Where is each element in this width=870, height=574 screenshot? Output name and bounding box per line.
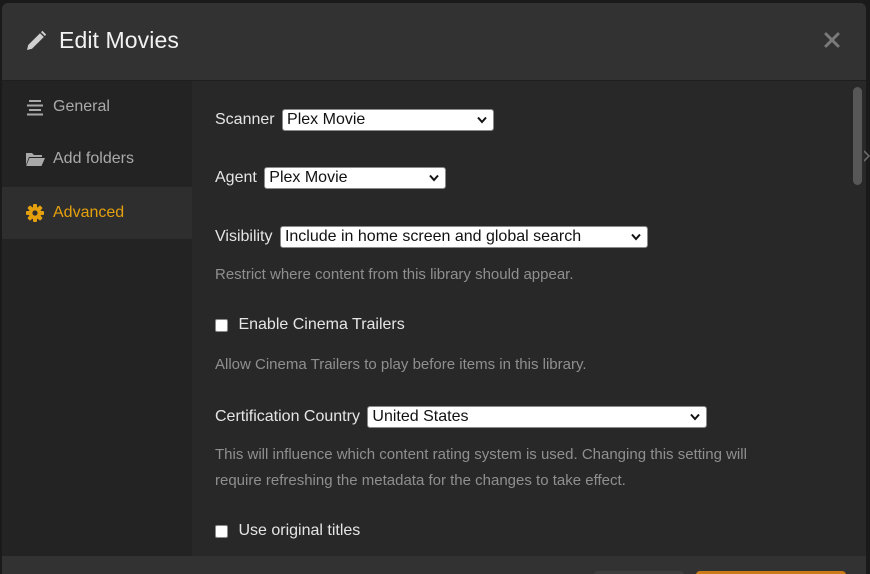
visibility-select-value: Include in home screen and global search xyxy=(284,228,582,245)
dialog-footer xyxy=(2,556,866,574)
pencil-icon xyxy=(27,30,47,50)
sidebar-item-general[interactable]: General xyxy=(2,81,192,133)
sidebar-item-label: Advanced xyxy=(53,204,125,221)
agent-select-value: Plex Movie xyxy=(269,169,348,186)
cinema-trailers-row: Enable Cinema Trailers xyxy=(215,316,405,334)
agent-row: Agent Plex Movie xyxy=(215,167,447,189)
close-icon[interactable] xyxy=(823,31,841,49)
scanner-select[interactable]: Plex Movie xyxy=(282,109,495,131)
list-icon xyxy=(27,100,43,116)
scrollbar-thumb[interactable] xyxy=(853,87,862,185)
sidebar-item-label: General xyxy=(53,98,110,115)
certification-country-label: Certification Country xyxy=(215,408,360,425)
sidebar: General Add folders Advanced xyxy=(2,81,192,574)
chevron-down-icon xyxy=(690,413,701,421)
original-titles-row: Use original titles xyxy=(215,522,360,540)
visibility-row: Visibility Include in home screen and gl… xyxy=(215,226,648,248)
chevron-down-icon xyxy=(477,116,487,124)
agent-select[interactable]: Plex Movie xyxy=(264,167,447,189)
cinema-trailers-label[interactable]: Enable Cinema Trailers xyxy=(238,316,404,334)
chevron-down-icon xyxy=(631,233,641,241)
original-titles-checkbox[interactable] xyxy=(215,524,228,538)
certification-country-help-text: This will influence which content rating… xyxy=(215,442,815,494)
cinema-trailers-checkbox[interactable] xyxy=(215,318,228,332)
sidebar-item-add-folders[interactable]: Add folders xyxy=(2,133,192,185)
certification-country-help-line: This will influence which content rating… xyxy=(215,446,747,463)
sidebar-item-label: Add folders xyxy=(53,150,134,167)
chevron-right-icon xyxy=(864,150,870,162)
certification-country-select[interactable]: United States xyxy=(367,406,708,428)
gear-icon xyxy=(26,204,44,222)
sidebar-item-advanced[interactable]: Advanced xyxy=(2,187,192,239)
advanced-settings-panel: Scanner Plex Movie Agent Plex Movie Visi… xyxy=(192,81,849,556)
certification-country-row: Certification Country United States xyxy=(215,406,708,428)
dialog-header: Edit Movies xyxy=(2,3,866,81)
visibility-label: Visibility xyxy=(215,228,273,245)
folder-icon xyxy=(26,153,45,166)
certification-country-select-value: United States xyxy=(372,408,469,425)
agent-label: Agent xyxy=(215,169,257,186)
dialog-title: Edit Movies xyxy=(59,27,179,53)
visibility-help-text: Restrict where content from this library… xyxy=(215,266,574,283)
scanner-label: Scanner xyxy=(215,111,275,128)
chevron-down-icon xyxy=(429,174,440,182)
cinema-trailers-help-text: Allow Cinema Trailers to play before ite… xyxy=(215,356,587,373)
scanner-row: Scanner Plex Movie xyxy=(215,109,495,131)
visibility-select[interactable]: Include in home screen and global search xyxy=(279,226,648,248)
original-titles-label[interactable]: Use original titles xyxy=(238,522,360,540)
edit-library-dialog: Edit Movies General Add folders Advanced… xyxy=(2,3,866,574)
certification-country-help-line: require refreshing the metadata for the … xyxy=(215,472,626,489)
scanner-select-value: Plex Movie xyxy=(287,111,366,128)
